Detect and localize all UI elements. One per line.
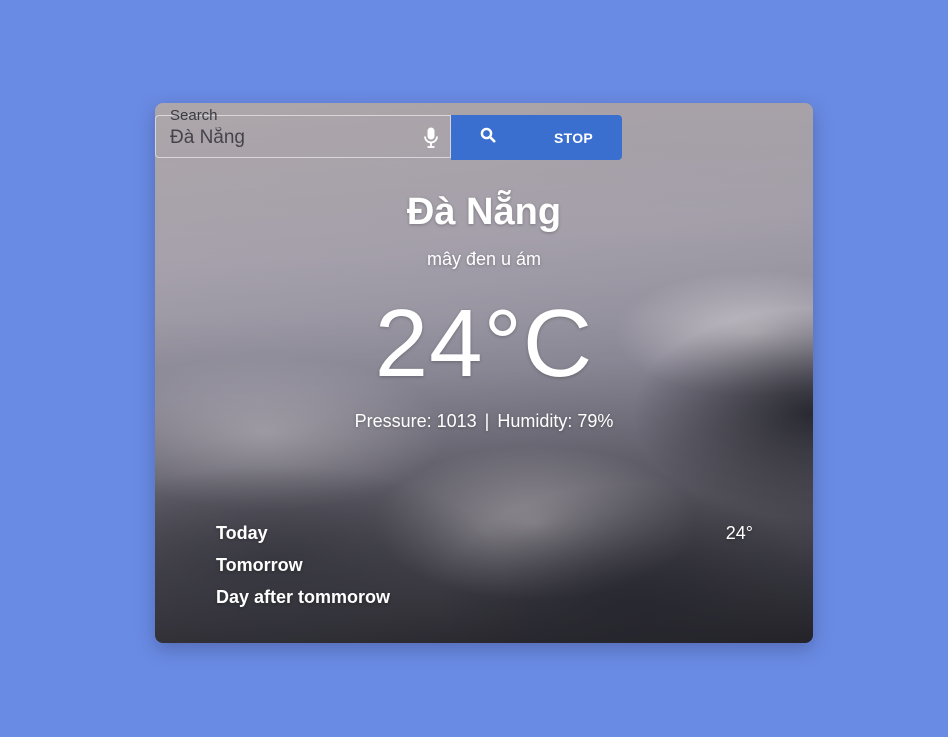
stats-separator: | — [484, 411, 490, 431]
forecast-row: Today 24° — [216, 521, 753, 553]
search-input[interactable] — [170, 126, 410, 150]
forecast-day: Tomorrow — [216, 555, 303, 575]
search-button-group: STOP — [451, 115, 622, 160]
weather-stats: Pressure: 1013 | Humidity: 79% — [155, 411, 813, 432]
forecast-row: Day after tommorow — [216, 585, 753, 617]
city-name: Đà Nẵng — [406, 191, 562, 233]
current-temperature: 24°C — [374, 290, 594, 397]
humidity-value: Humidity: 79% — [497, 411, 614, 431]
forecast-list: Today 24° Tomorrow Day after tommorow — [216, 521, 753, 617]
search-icon — [480, 127, 496, 148]
search-field[interactable]: Search — [155, 107, 451, 158]
mic-icon[interactable] — [424, 127, 438, 149]
weather-description: mây đen u ám — [426, 249, 542, 269]
search-button[interactable] — [451, 115, 525, 160]
weather-card: Search STOP — [155, 103, 813, 643]
search-bar: Search STOP — [155, 107, 622, 160]
pressure-value: Pressure: 1013 — [354, 411, 477, 431]
search-label: Search — [170, 107, 218, 124]
forecast-temp: 24° — [725, 523, 753, 543]
stop-button[interactable]: STOP — [525, 115, 622, 160]
forecast-day: Day after tommorow — [216, 587, 391, 607]
forecast-row: Tomorrow — [216, 553, 753, 585]
forecast-day: Today — [216, 523, 268, 543]
